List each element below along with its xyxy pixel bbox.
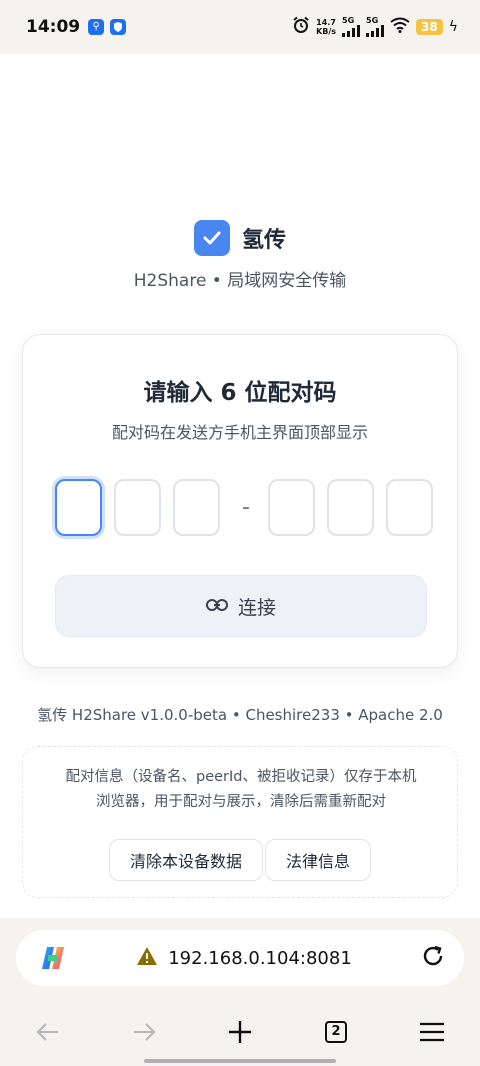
app-name: 氢传 (241, 228, 286, 253)
version-info: 氢传 H2Share v1.0.0-beta • Cheshire233 • A… (37, 706, 443, 724)
address-bar[interactable]: 192.168.0.104:8081 (16, 930, 464, 986)
privacy-info-text: 配对信息（设备名、peerId、被拒收记录）仅存于本机 浏览器，用于配对与展示，… (65, 769, 417, 810)
menu-icon[interactable] (412, 1012, 452, 1052)
code-input-row: - (55, 479, 433, 536)
wifi-icon (390, 17, 410, 37)
warning-icon (136, 946, 158, 971)
code-digit-2[interactable] (114, 479, 161, 536)
home-indicator[interactable] (144, 1059, 336, 1063)
code-digit-1[interactable] (55, 479, 102, 536)
code-digit-4[interactable] (268, 479, 315, 536)
code-digit-5[interactable] (327, 479, 374, 536)
link-icon (205, 595, 228, 617)
status-bar: 14:09 ⚲ 14.7 KB/s 5G 5G 38 ϟ (0, 0, 480, 54)
check-icon (193, 220, 230, 256)
status-time: 14:09 (26, 17, 81, 37)
copilot-icon[interactable] (38, 943, 68, 973)
network-speed: 14.7 KB/s (316, 18, 337, 36)
code-digit-6[interactable] (386, 479, 433, 536)
code-digit-3[interactable] (173, 479, 220, 536)
battery-level: 38 (416, 19, 443, 35)
code-separator: - (242, 495, 250, 520)
tab-count: 2 (325, 1021, 347, 1043)
signal-2: 5G (366, 17, 385, 37)
privacy-info-box: 配对信息（设备名、peerId、被拒收记录）仅存于本机 浏览器，用于配对与展示，… (22, 746, 458, 898)
shield-icon (110, 19, 127, 35)
app-brand: 氢传 (0, 220, 480, 256)
usb-icon: ⚲ (88, 19, 105, 35)
back-icon[interactable] (28, 1012, 68, 1052)
clear-device-data-button[interactable]: 清除本设备数据 (108, 839, 263, 881)
connect-label: 连接 (237, 596, 276, 619)
signal-1: 5G (342, 17, 361, 37)
reload-icon[interactable] (420, 943, 446, 973)
connect-button[interactable]: 连接 (55, 575, 427, 637)
url-text[interactable]: 192.168.0.104:8081 (168, 948, 352, 969)
charging-icon: ϟ (448, 19, 458, 35)
card-subtitle: 配对码在发送方手机主界面顶部显示 (111, 423, 368, 442)
app-subtitle: H2Share • 局域网安全传输 (133, 271, 347, 291)
tabs-icon[interactable]: 2 (316, 1012, 356, 1052)
forward-icon[interactable] (124, 1012, 164, 1052)
plus-icon[interactable] (220, 1012, 260, 1052)
pairing-card: 请输入 6 位配对码 配对码在发送方手机主界面顶部显示 - 连接 (22, 334, 458, 668)
alarm-icon (292, 16, 310, 38)
card-title: 请输入 6 位配对码 (143, 380, 337, 406)
browser-nav-bar: 2 (0, 1010, 480, 1054)
legal-info-button[interactable]: 法律信息 (265, 839, 372, 881)
